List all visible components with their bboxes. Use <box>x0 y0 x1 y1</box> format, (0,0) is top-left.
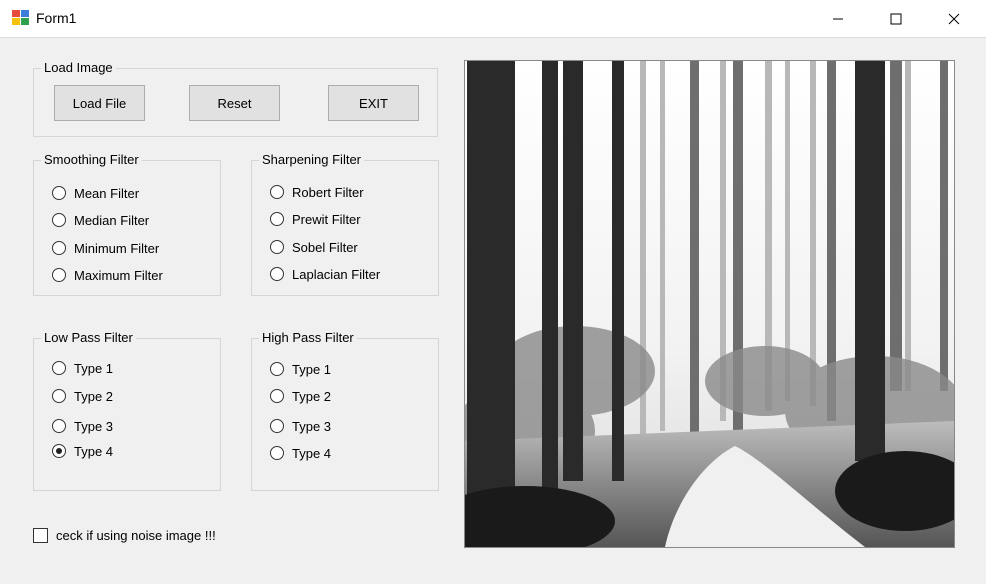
sharpening-filter-group-label: Sharpening Filter <box>259 152 364 167</box>
sharpening-filter-group: Sharpening Filter Robert Filter Prewit F… <box>251 152 439 296</box>
radio-button[interactable] <box>270 185 284 199</box>
radio-button[interactable] <box>270 267 284 281</box>
maximize-icon <box>890 13 902 25</box>
reset-button[interactable]: Reset <box>189 85 280 121</box>
radio-maximum-filter[interactable]: Maximum Filter <box>52 266 163 284</box>
radio-sobel-filter[interactable]: Sobel Filter <box>270 238 358 256</box>
radio-minimum-filter[interactable]: Minimum Filter <box>52 239 159 257</box>
minimize-icon <box>833 18 843 20</box>
load-image-group-label: Load Image <box>41 60 116 75</box>
radio-label: Minimum Filter <box>74 240 160 256</box>
radio-label: Type 1 <box>292 361 332 377</box>
radio-button[interactable] <box>52 389 66 403</box>
radio-button[interactable] <box>270 362 284 376</box>
radio-label: Type 3 <box>292 418 332 434</box>
smoothing-filter-group-label: Smoothing Filter <box>41 152 142 167</box>
radio-button[interactable] <box>52 268 66 282</box>
radio-button[interactable] <box>52 419 66 433</box>
radio-median-filter[interactable]: Median Filter <box>52 211 149 229</box>
radio-button[interactable] <box>52 361 66 375</box>
radio-low-pass-type-1[interactable]: Type 1 <box>52 359 113 377</box>
high-pass-filter-group: High Pass Filter Type 1 Type 2 Type 3 Ty… <box>251 330 439 491</box>
radio-label: Laplacian Filter <box>292 266 381 282</box>
radio-label: Type 4 <box>292 445 332 461</box>
radio-low-pass-type-3[interactable]: Type 3 <box>52 417 113 435</box>
radio-label: Type 4 <box>74 443 114 459</box>
noise-image-checkbox[interactable] <box>33 528 48 543</box>
smoothing-filter-group: Smoothing Filter Mean Filter Median Filt… <box>33 152 221 296</box>
radio-button[interactable] <box>52 241 66 255</box>
radio-label: Mean Filter <box>74 185 140 201</box>
low-pass-filter-group-label: Low Pass Filter <box>41 330 136 345</box>
radio-laplacian-filter[interactable]: Laplacian Filter <box>270 265 380 283</box>
radio-low-pass-type-4[interactable]: Type 4 <box>52 442 113 460</box>
radio-button-selected[interactable] <box>52 444 66 458</box>
maximize-button[interactable] <box>873 0 919 38</box>
radio-label: Type 2 <box>292 388 332 404</box>
radio-button[interactable] <box>270 419 284 433</box>
radio-high-pass-type-1[interactable]: Type 1 <box>270 360 331 378</box>
radio-button[interactable] <box>270 446 284 460</box>
noise-image-checkbox-label: ceck if using noise image !!! <box>56 528 216 543</box>
noise-image-checkbox-row[interactable]: ceck if using noise image !!! <box>33 528 216 543</box>
high-pass-filter-group-label: High Pass Filter <box>259 330 357 345</box>
load-image-group: Load Image Load File Reset EXIT <box>33 60 438 137</box>
radio-high-pass-type-4[interactable]: Type 4 <box>270 444 331 462</box>
app-icon <box>12 10 29 25</box>
low-pass-filter-group: Low Pass Filter Type 1 Type 2 Type 3 Typ… <box>33 330 221 491</box>
radio-label: Sobel Filter <box>292 239 358 255</box>
radio-selected-dot <box>56 448 62 454</box>
window-title: Form1 <box>36 10 77 26</box>
load-file-button[interactable]: Load File <box>54 85 145 121</box>
radio-prewit-filter[interactable]: Prewit Filter <box>270 210 361 228</box>
forest-path-photo <box>465 61 954 547</box>
radio-label: Maximum Filter <box>74 267 163 283</box>
radio-button[interactable] <box>52 186 66 200</box>
radio-high-pass-type-3[interactable]: Type 3 <box>270 417 331 435</box>
radio-mean-filter[interactable]: Mean Filter <box>52 184 139 202</box>
minimize-button[interactable] <box>815 0 861 38</box>
radio-button[interactable] <box>270 212 284 226</box>
radio-label: Prewit Filter <box>292 211 361 227</box>
radio-low-pass-type-2[interactable]: Type 2 <box>52 387 113 405</box>
close-icon <box>948 13 960 25</box>
radio-button[interactable] <box>52 213 66 227</box>
radio-label: Type 1 <box>74 360 114 376</box>
image-picture-box <box>464 60 955 548</box>
radio-label: Robert Filter <box>292 184 364 200</box>
radio-robert-filter[interactable]: Robert Filter <box>270 183 364 201</box>
radio-label: Type 3 <box>74 418 114 434</box>
radio-label: Median Filter <box>74 212 150 228</box>
radio-button[interactable] <box>270 389 284 403</box>
radio-high-pass-type-2[interactable]: Type 2 <box>270 387 331 405</box>
title-bar: Form1 <box>0 0 986 38</box>
radio-button[interactable] <box>270 240 284 254</box>
radio-label: Type 2 <box>74 388 114 404</box>
close-button[interactable] <box>931 0 977 38</box>
exit-button[interactable]: EXIT <box>328 85 419 121</box>
